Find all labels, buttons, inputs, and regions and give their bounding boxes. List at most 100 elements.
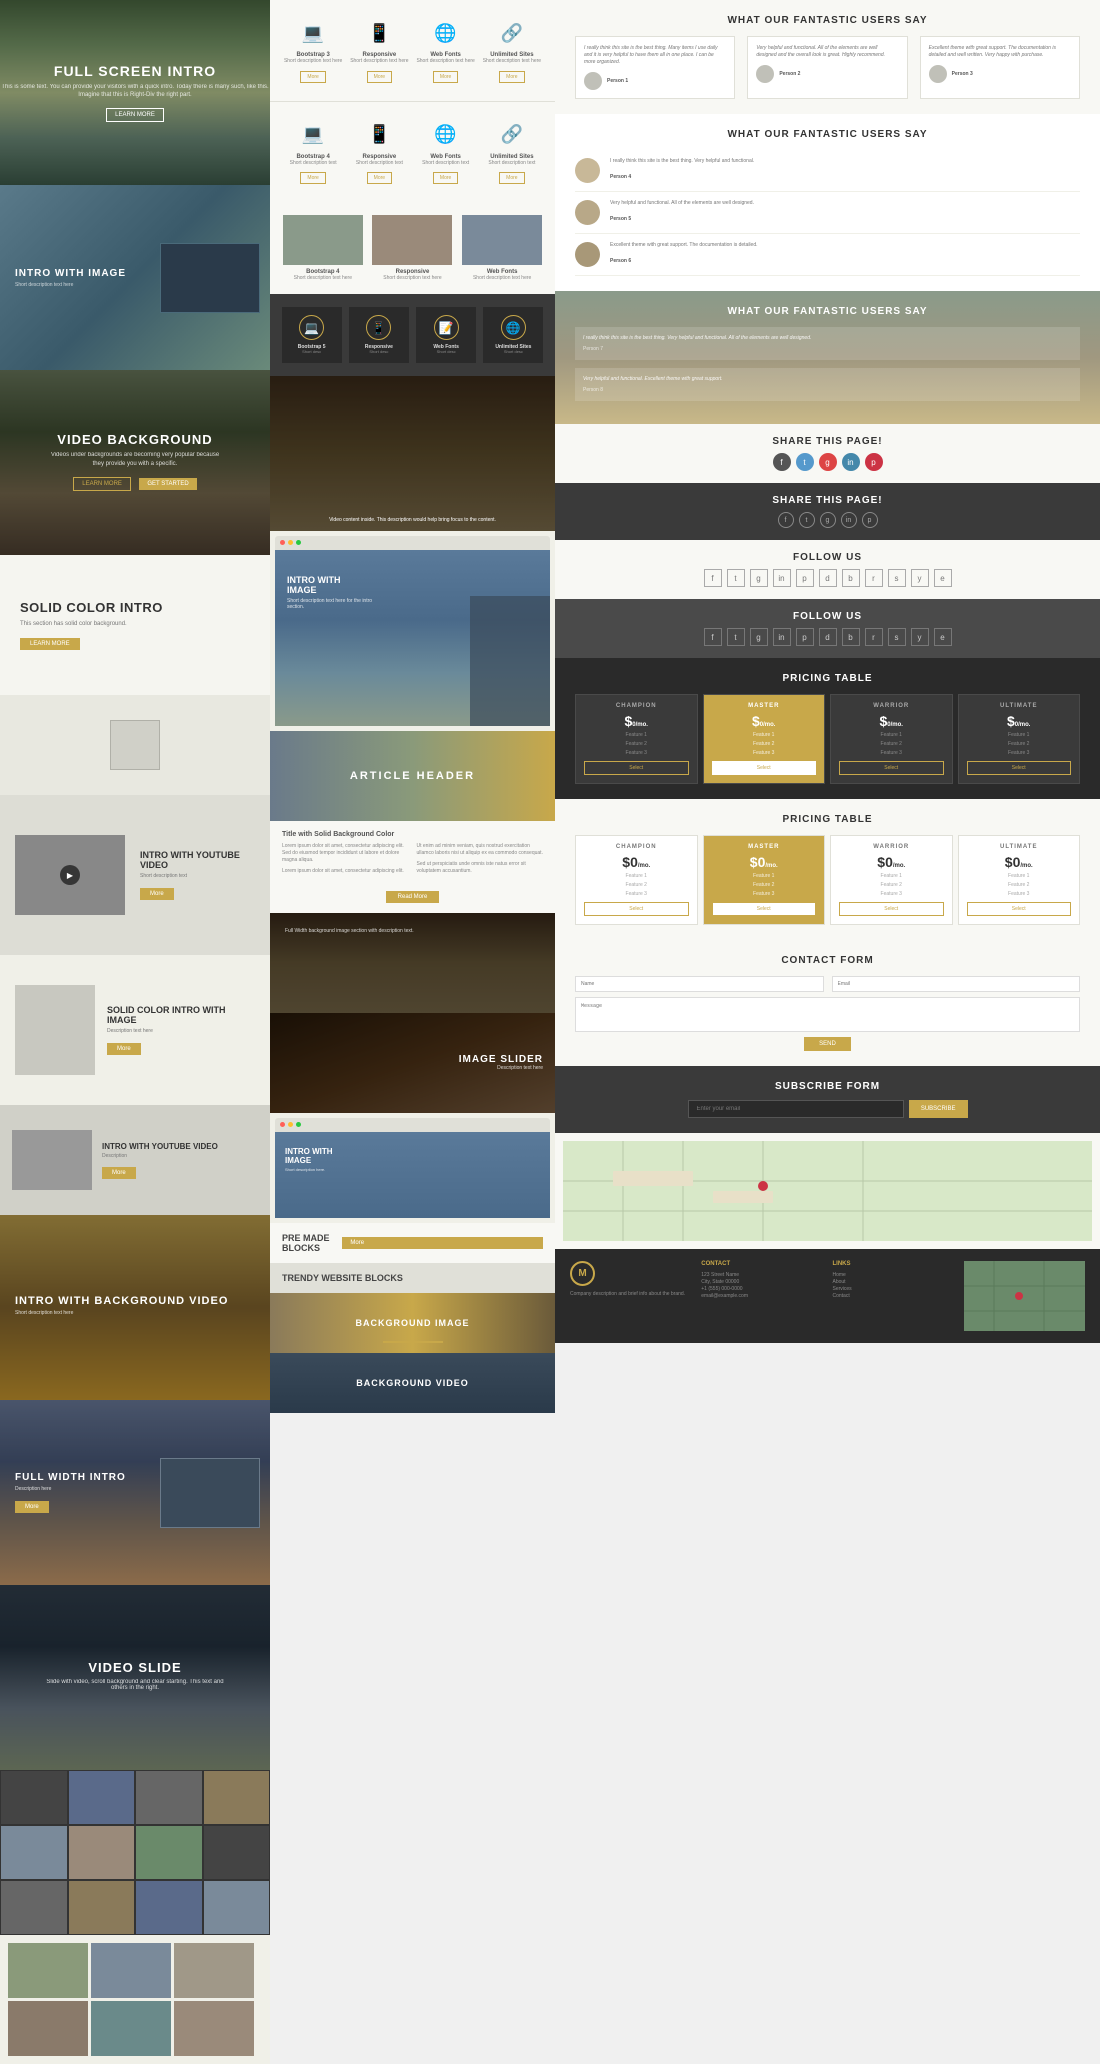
bg-video-title-2: BACKGROUND VIDEO	[356, 1378, 469, 1388]
youtube-btn[interactable]: More	[140, 888, 174, 900]
slider-text: IMAGE SLIDER Description text here	[459, 1054, 543, 1071]
image-slider-section: IMAGE SLIDER Description text here	[270, 1013, 555, 1113]
browser-bar	[275, 536, 550, 550]
contact-form-title: CONTACT FORM	[575, 955, 1080, 966]
feature-btn-2[interactable]: More	[300, 172, 325, 184]
footer-link-1[interactable]: Home	[833, 1272, 954, 1279]
feature-desc-2: Short description text	[349, 160, 409, 167]
full-width-btn[interactable]: More	[15, 1501, 49, 1513]
follow-behance-icon[interactable]: b	[842, 569, 860, 587]
contact-name-input[interactable]	[575, 976, 824, 992]
feature-btn[interactable]: More	[367, 71, 392, 83]
follow-pinterest-dark-icon[interactable]: p	[796, 628, 814, 646]
testimonial-white-2-body: Very helpful and functional. All of the …	[610, 200, 754, 225]
google-share-icon[interactable]: g	[819, 453, 837, 471]
pricing-ultimate-button[interactable]: Select	[967, 761, 1072, 775]
feature-btn[interactable]: More	[433, 71, 458, 83]
linkedin-share-dark-icon[interactable]: in	[841, 512, 857, 528]
footer-link-3[interactable]: Services	[833, 1286, 954, 1293]
follow-stumble-dark-icon[interactable]: s	[888, 628, 906, 646]
solid-image-btn[interactable]: More	[107, 1043, 141, 1055]
pricing-light-champion-button[interactable]: Select	[584, 902, 689, 916]
pricing-warrior-button[interactable]: Select	[839, 761, 944, 775]
follow-facebook-icon[interactable]: f	[704, 569, 722, 587]
footer-link-4[interactable]: Contact	[833, 1293, 954, 1300]
follow-pinterest-icon[interactable]: p	[796, 569, 814, 587]
photo-grid-row-3	[0, 1880, 270, 1935]
feature-btn[interactable]: More	[300, 71, 325, 83]
feature-btn-2[interactable]: More	[499, 172, 524, 184]
feature-btn-2[interactable]: More	[367, 172, 392, 184]
pricing-light-warrior-button[interactable]: Select	[839, 902, 944, 916]
play-button[interactable]	[60, 865, 80, 885]
follow-email-icon[interactable]: e	[934, 569, 952, 587]
facebook-share-icon[interactable]: f	[773, 453, 791, 471]
follow-twitter-icon[interactable]: t	[727, 569, 745, 587]
fullscreen-learn-more-button[interactable]: LEARN MORE	[106, 108, 164, 122]
testimonial-1-name: Person 1	[607, 78, 628, 84]
social-icons-dark: f t g in p	[575, 512, 1080, 528]
social-icons-light: f t g in p	[575, 453, 1080, 471]
follow-reddit-dark-icon[interactable]: r	[865, 628, 883, 646]
contact-email-input[interactable]	[832, 976, 1081, 992]
footer-mini-map-svg	[964, 1261, 1085, 1331]
follow-email-dark-icon[interactable]: e	[934, 628, 952, 646]
pinterest-share-icon[interactable]: p	[865, 453, 883, 471]
feature-btn-2[interactable]: More	[433, 172, 458, 184]
linkedin-share-icon[interactable]: in	[842, 453, 860, 471]
youtube-dark-thumbnail[interactable]	[12, 1130, 92, 1190]
premade-more-button[interactable]: More	[342, 1237, 543, 1249]
pinterest-share-dark-icon[interactable]: p	[862, 512, 878, 528]
subscribe-email-input[interactable]	[688, 1100, 904, 1118]
footer-link-2[interactable]: About	[833, 1279, 954, 1286]
twitter-share-dark-icon[interactable]: t	[799, 512, 815, 528]
follow-behance-dark-icon[interactable]: b	[842, 628, 860, 646]
follow-google-icon[interactable]: g	[750, 569, 768, 587]
photo-cell	[203, 1880, 271, 1935]
feature-btn[interactable]: More	[499, 71, 524, 83]
contact-submit-button[interactable]: SEND	[804, 1037, 851, 1051]
pricing-master-button[interactable]: Select	[712, 761, 817, 775]
map-container[interactable]	[563, 1141, 1092, 1241]
testimonial-2-avatar	[756, 65, 774, 83]
pricing-master-name: MASTER	[712, 703, 817, 709]
browser-dot-minimize	[288, 540, 293, 545]
pricing-light-master-button[interactable]: Select	[712, 902, 817, 916]
article-read-more-button[interactable]: Read More	[386, 891, 440, 903]
follow-youtube-dark-icon[interactable]: y	[911, 628, 929, 646]
testimonial-1-text: I really think this site is the best thi…	[584, 45, 726, 66]
solid-intro-button[interactable]: LEARN MORE	[20, 638, 80, 650]
contact-message-input[interactable]	[575, 997, 1080, 1032]
subscribe-submit-button[interactable]: SUBSCRIBE	[909, 1100, 968, 1118]
follow-google-dark-icon[interactable]: g	[750, 628, 768, 646]
youtube-dark-btn[interactable]: More	[102, 1167, 136, 1179]
facebook-share-dark-icon[interactable]: f	[778, 512, 794, 528]
middle-column: 💻 Bootstrap 3 Short description text her…	[270, 0, 555, 1413]
follow-youtube-icon[interactable]: y	[911, 569, 929, 587]
follow-reddit-icon[interactable]: r	[865, 569, 883, 587]
video-bg-learn-more-button[interactable]: LEARN MORE	[73, 477, 131, 491]
follow-dribbble-dark-icon[interactable]: d	[819, 628, 837, 646]
dark-feature-item: 🌐 Unlimited Sites Short desc	[483, 307, 543, 363]
pricing-light-ultimate-button[interactable]: Select	[967, 902, 1072, 916]
follow-linkedin-icon[interactable]: in	[773, 569, 791, 587]
pricing-light-master-f2: Feature 2	[712, 882, 817, 888]
video-slide-content: VIDEO SLIDE Slide with video, scroll bac…	[45, 1660, 225, 1695]
pricing-champion-button[interactable]: Select	[584, 761, 689, 775]
footer-mini-map[interactable]	[964, 1261, 1085, 1331]
twitter-share-icon[interactable]: t	[796, 453, 814, 471]
video-bg-get-started-button[interactable]: GET STARTED	[139, 478, 196, 490]
browser-dot-maximize	[296, 540, 301, 545]
photo-cell	[0, 1825, 68, 1880]
contact-row-1	[575, 976, 1080, 992]
follow-stumble-icon[interactable]: s	[888, 569, 906, 587]
google-share-dark-icon[interactable]: g	[820, 512, 836, 528]
follow-facebook-dark-icon[interactable]: f	[704, 628, 722, 646]
follow-linkedin-dark-icon[interactable]: in	[773, 628, 791, 646]
youtube-thumbnail[interactable]	[15, 835, 125, 915]
follow-twitter-dark-icon[interactable]: t	[727, 628, 745, 646]
right-column: WHAT OUR FANTASTIC USERS SAY I really th…	[555, 0, 1100, 1343]
video-slide-desc: Slide with video, scroll background and …	[45, 1679, 225, 1691]
follow-dribbble-icon[interactable]: d	[819, 569, 837, 587]
pricing-champion-f2: Feature 2	[584, 741, 689, 747]
